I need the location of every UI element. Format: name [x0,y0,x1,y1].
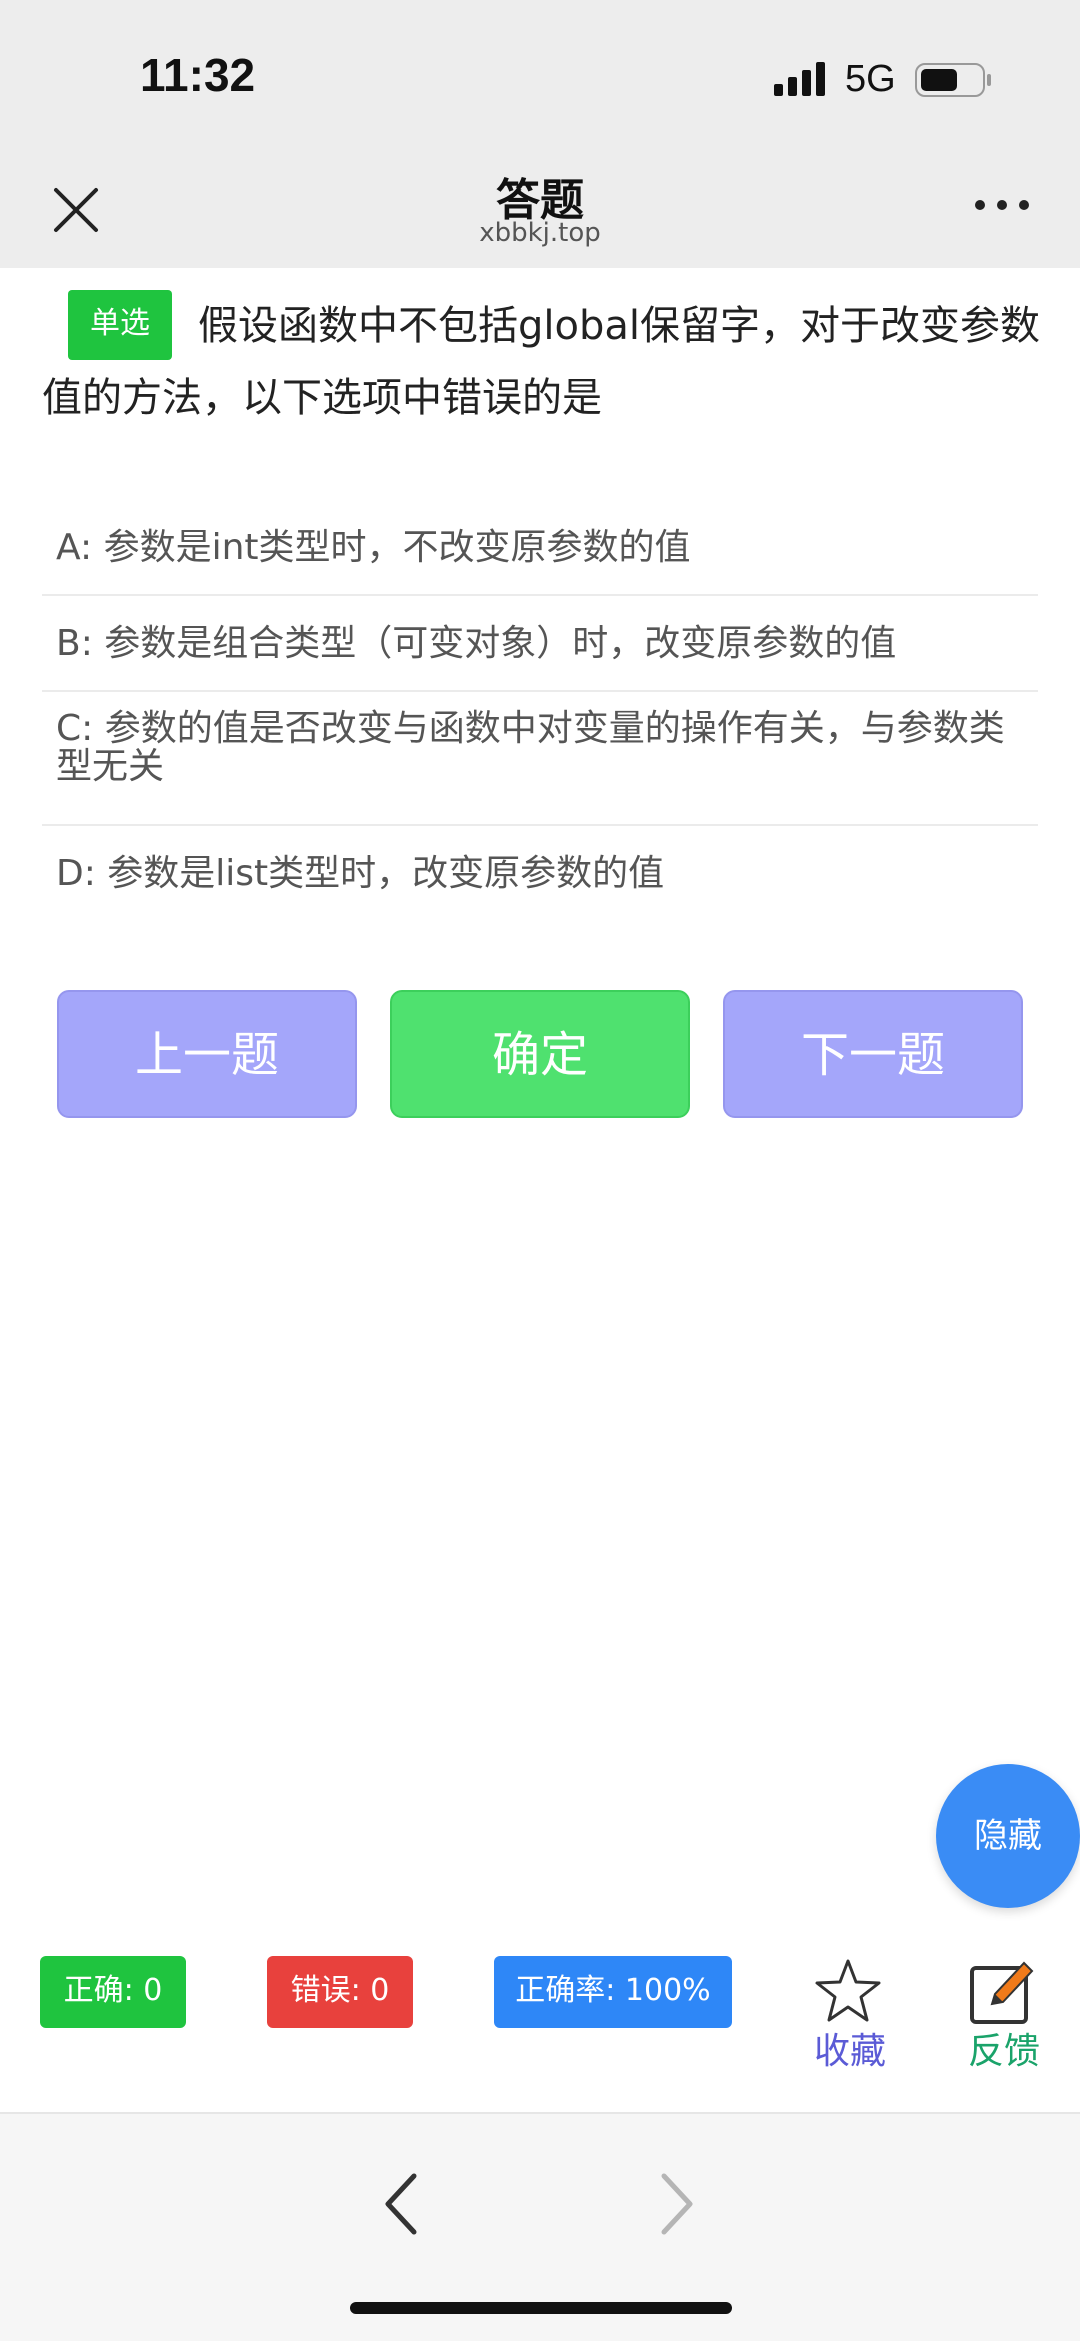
accuracy-rate-badge: 正确率: 100% [494,1956,732,2028]
correct-count-badge: 正确: 0 [40,1956,186,2028]
edit-icon [970,1961,1034,2024]
chevron-right-icon[interactable] [648,2156,708,2252]
home-indicator[interactable] [350,2302,732,2314]
battery-icon [915,63,991,97]
chevron-left-icon[interactable] [370,2156,430,2252]
network-type: 5G [845,58,896,100]
star-icon [815,1959,881,2022]
option-a[interactable]: A: 参数是int类型时，不改变原参数的值 [42,500,1038,596]
option-d[interactable]: D: 参数是list类型时，改变原参数的值 [42,826,1038,922]
more-icon[interactable] [972,190,1032,220]
prev-question-button[interactable]: 上一题 [57,990,357,1118]
status-time: 11:32 [140,49,256,101]
status-bar: 11:32 5G [0,0,1080,150]
page-domain: xbbkj.top [479,218,601,248]
option-list: A: 参数是int类型时，不改变原参数的值 B: 参数是组合类型（可变对象）时，… [42,500,1038,922]
wrong-count-badge: 错误: 0 [267,1956,413,2028]
hide-button[interactable]: 隐藏 [936,1764,1080,1908]
title-bar: 答题 xbbkj.top [0,150,1080,268]
confirm-button[interactable]: 确定 [390,990,690,1118]
action-buttons: 上一题 确定 下一题 [0,990,1080,1118]
favorite-label: 收藏 [813,2031,886,2072]
option-b[interactable]: B: 参数是组合类型（可变对象）时，改变原参数的值 [42,596,1038,692]
question-type-badge: 单选 [68,290,172,360]
option-c[interactable]: C: 参数的值是否改变与函数中对变量的操作有关，与参数类型无关 [42,692,1038,826]
signal-icon [774,62,825,96]
feedback-label: 反馈 [967,2031,1040,2072]
next-question-button[interactable]: 下一题 [723,990,1023,1118]
question-text: 假设函数中不包括global保留字，对于改变参数值的方法，以下选项中错误的是 [42,303,1040,421]
question-text-block: 单选 假设函数中不包括global保留字，对于改变参数值的方法，以下选项中错误的是 [42,290,1042,434]
